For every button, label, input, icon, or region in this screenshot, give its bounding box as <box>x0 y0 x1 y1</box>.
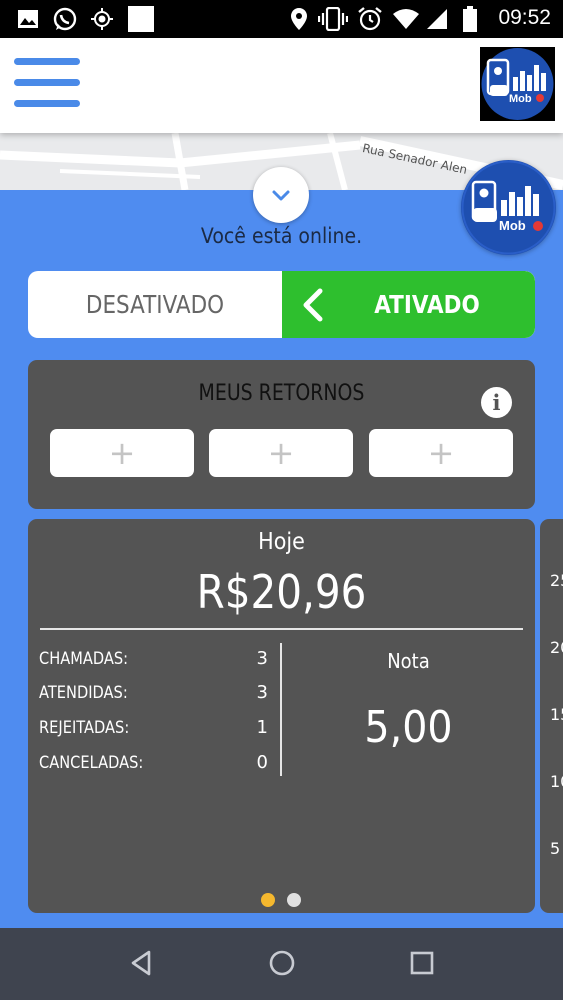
app-header: Mob <box>0 38 563 133</box>
rating-label: Nota <box>387 649 430 673</box>
whatsapp-icon <box>53 7 77 31</box>
alarm-icon <box>358 7 382 31</box>
stat-value-rejeitadas: 1 <box>256 717 268 738</box>
back-icon[interactable] <box>127 948 155 978</box>
next-card-tick: 20 <box>550 638 563 657</box>
rating-value: 5,00 <box>364 702 453 753</box>
stat-label-chamadas: CHAMADAS: <box>39 649 129 669</box>
system-nav-bar <box>0 928 563 1000</box>
signal-icon <box>427 9 447 29</box>
stat-label-atendidas: ATENDIDAS: <box>39 683 128 703</box>
vertical-divider <box>280 643 282 776</box>
blank-notification-icon <box>128 6 154 32</box>
home-icon[interactable] <box>267 948 297 978</box>
logo-wordmark: Mob <box>509 93 532 105</box>
vibrate-icon <box>318 7 348 31</box>
horizontal-divider <box>40 628 523 630</box>
next-card-tick: 5 <box>550 839 561 858</box>
hamburger-menu-icon[interactable] <box>12 54 82 110</box>
switch-on-option[interactable]: ATIVADO <box>282 271 535 338</box>
location-target-icon <box>91 8 113 30</box>
next-summary-card[interactable]: 25 20 15 10 5 <box>540 519 563 913</box>
collapse-panel-button[interactable] <box>253 167 309 223</box>
return-slot-2[interactable]: + <box>209 429 353 477</box>
stat-label-rejeitadas: REJEITADAS: <box>39 718 130 738</box>
daily-summary-card[interactable]: Hoje R$20,96 CHAMADAS: 3 ATENDIDAS: 3 RE… <box>28 519 535 913</box>
returns-title: MEUS RETORNOS <box>198 381 365 406</box>
app-logo: Mob <box>480 47 555 121</box>
period-label: Hoje <box>258 529 305 555</box>
next-card-tick: 15 <box>550 705 563 724</box>
chevron-left-icon <box>303 288 323 322</box>
online-status: Você está online. <box>200 224 363 248</box>
battery-icon <box>463 6 477 32</box>
next-card-tick: 10 <box>550 772 563 791</box>
logo-badge-wordmark: Mob <box>499 218 526 233</box>
image-icon <box>18 10 38 28</box>
recents-icon[interactable] <box>408 948 436 978</box>
availability-switch[interactable]: DESATIVADO ATIVADO <box>28 271 535 338</box>
switch-off-option[interactable]: DESATIVADO <box>46 271 264 338</box>
app-logo-badge: Mob <box>461 160 556 255</box>
pager-dot-1[interactable] <box>261 893 275 907</box>
info-icon[interactable]: i <box>481 387 512 418</box>
stat-value-canceladas: 0 <box>256 752 268 773</box>
earnings-amount: R$20,96 <box>196 565 367 619</box>
next-card-tick: 25 <box>550 571 563 590</box>
location-pin-icon <box>291 8 307 30</box>
stat-value-chamadas: 3 <box>256 648 268 669</box>
returns-panel: MEUS RETORNOS i + + + <box>28 360 535 509</box>
return-slot-1[interactable]: + <box>50 429 194 477</box>
pager-dot-2[interactable] <box>287 893 301 907</box>
stat-value-atendidas: 3 <box>256 682 268 703</box>
chevron-down-icon <box>272 190 290 201</box>
status-time: 09:52 <box>498 6 551 29</box>
wifi-icon <box>393 9 419 29</box>
switch-on-label: ATIVADO <box>374 290 480 319</box>
return-slot-3[interactable]: + <box>369 429 513 477</box>
status-bar: 09:52 <box>0 0 563 38</box>
stat-label-canceladas: CANCELADAS: <box>39 753 144 773</box>
